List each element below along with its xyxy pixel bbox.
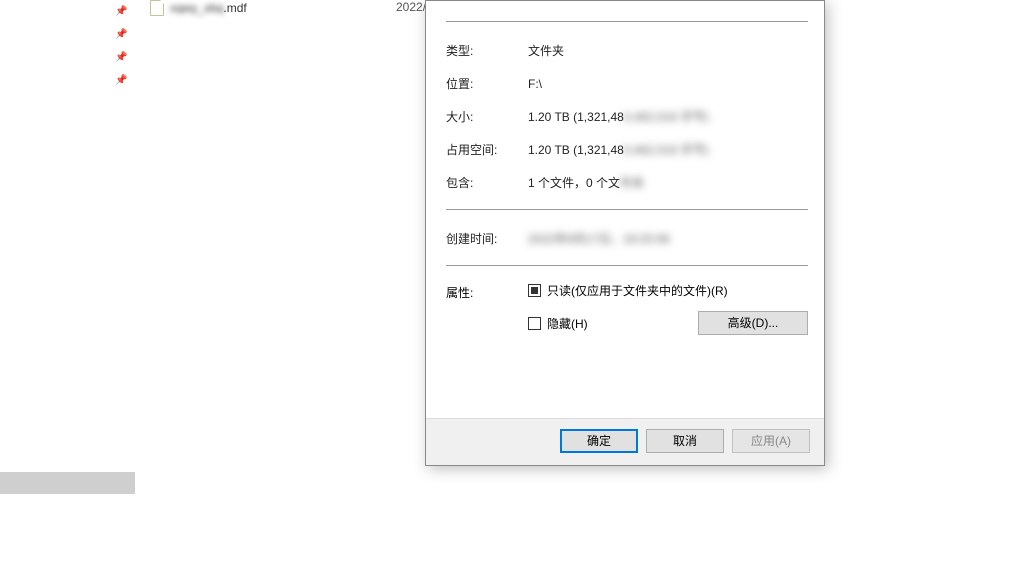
value-created: 2022年9月17日，19:25:08: [528, 230, 808, 247]
ok-button[interactable]: 确定: [560, 429, 638, 453]
hidden-label: 隐藏(H): [547, 315, 588, 332]
file-name: xqwy_xbq.mdf: [170, 1, 247, 15]
row-type: 类型: 文件夹: [446, 34, 808, 67]
readonly-checkbox[interactable]: [528, 284, 541, 297]
label-contains: 包含:: [446, 174, 528, 191]
value-size-on-disk: 1.20 TB (1,321,480,462,016 字节): [528, 141, 808, 158]
nav-pane: 📌 📌 📌 📌: [0, 0, 135, 577]
properties-dialog: 类型: 文件夹 位置: F:\ 大小: 1.20 TB (1,321,480,4…: [425, 0, 825, 466]
pin-icon: 📌: [0, 23, 135, 46]
pin-icon: 📌: [0, 69, 135, 92]
cancel-button[interactable]: 取消: [646, 429, 724, 453]
row-size-on-disk: 占用空间: 1.20 TB (1,321,480,462,016 字节): [446, 133, 808, 166]
advanced-button[interactable]: 高级(D)...: [698, 311, 808, 335]
hidden-checkbox[interactable]: [528, 317, 541, 330]
value-contains: 1 个文件，0 个文件夹: [528, 174, 808, 191]
pin-icon: 📌: [0, 46, 135, 69]
label-attributes: 属性:: [446, 282, 528, 335]
label-size: 大小:: [446, 108, 528, 125]
pin-icon: 📌: [0, 0, 135, 23]
value-location: F:\: [528, 77, 808, 91]
readonly-label: 只读(仅应用于文件夹中的文件)(R): [547, 282, 728, 299]
row-contains: 包含: 1 个文件，0 个文件夹: [446, 166, 808, 199]
value-size: 1.20 TB (1,321,480,462,016 字节): [528, 108, 808, 125]
label-location: 位置:: [446, 75, 528, 92]
apply-button[interactable]: 应用(A): [732, 429, 810, 453]
dialog-footer: 确定 取消 应用(A): [426, 418, 824, 465]
row-size: 大小: 1.20 TB (1,321,480,462,016 字节): [446, 100, 808, 133]
file-date: 2022/: [396, 0, 426, 14]
label-created: 创建时间:: [446, 230, 528, 247]
label-type: 类型:: [446, 42, 528, 59]
label-size-on-disk: 占用空间:: [446, 141, 528, 158]
row-location: 位置: F:\: [446, 67, 808, 100]
readonly-checkbox-row[interactable]: 只读(仅应用于文件夹中的文件)(R): [528, 282, 808, 299]
nav-selection[interactable]: [0, 472, 135, 494]
row-created: 创建时间: 2022年9月17日，19:25:08: [446, 222, 808, 255]
value-type: 文件夹: [528, 42, 808, 59]
file-icon: [150, 0, 164, 16]
hidden-checkbox-row[interactable]: 隐藏(H): [528, 315, 588, 332]
divider: [446, 21, 808, 22]
file-row[interactable]: xqwy_xbq.mdf: [150, 0, 247, 16]
divider: [446, 209, 808, 210]
row-attributes: 属性: 只读(仅应用于文件夹中的文件)(R) 隐藏(H) 高级(D)...: [446, 278, 808, 335]
divider: [446, 265, 808, 266]
